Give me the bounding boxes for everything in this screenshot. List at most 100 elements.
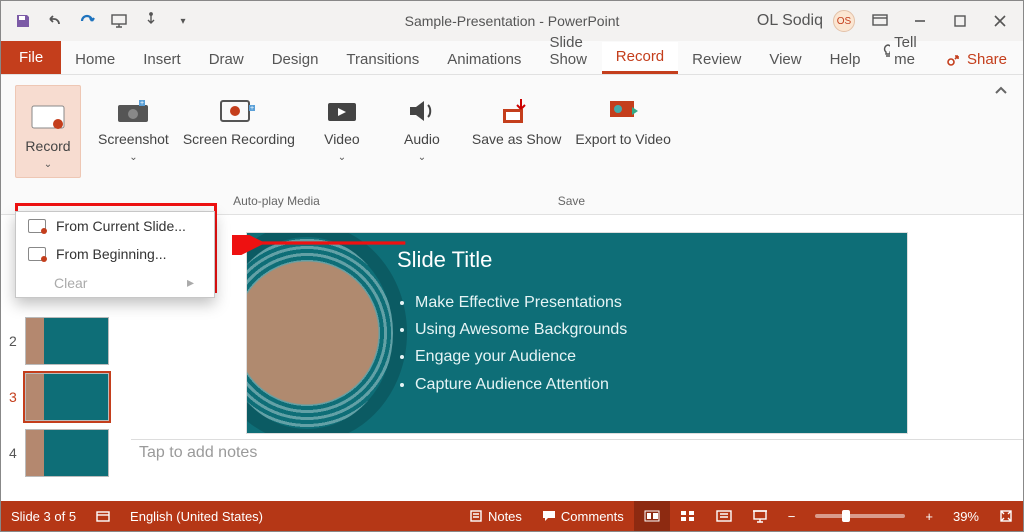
video-button[interactable]: Video ⌄ bbox=[309, 85, 375, 164]
bullet: Make Effective Presentations bbox=[415, 289, 627, 316]
bullet: Engage your Audience bbox=[415, 343, 627, 370]
sorter-view-icon bbox=[680, 509, 696, 523]
save-icon[interactable] bbox=[9, 7, 37, 35]
menu-from-current-label: From Current Slide... bbox=[56, 218, 186, 234]
notes-icon bbox=[469, 509, 483, 523]
record-button[interactable]: Record⌄ bbox=[15, 85, 81, 178]
video-label: Video bbox=[324, 131, 360, 147]
fit-window-icon bbox=[999, 509, 1013, 523]
fit-to-window-button[interactable] bbox=[989, 501, 1023, 531]
bullet: Capture Audience Attention bbox=[415, 371, 627, 398]
share-label: Share bbox=[967, 51, 1007, 68]
export-video-label: Export to Video bbox=[575, 131, 670, 147]
chevron-down-icon: ⌄ bbox=[129, 152, 137, 163]
zoom-in-button[interactable]: + bbox=[915, 501, 943, 531]
save-as-show-button[interactable]: Save as Show bbox=[472, 85, 562, 147]
record-slide-icon bbox=[28, 219, 46, 233]
export-video-icon bbox=[603, 85, 643, 125]
record-label: Record bbox=[25, 138, 70, 154]
tab-slideshow[interactable]: Slide Show bbox=[535, 28, 601, 74]
comments-icon bbox=[542, 509, 556, 523]
tab-review[interactable]: Review bbox=[678, 45, 755, 74]
screenshot-label: Screenshot bbox=[98, 131, 169, 147]
tab-file[interactable]: File bbox=[1, 41, 61, 74]
quick-access-toolbar: ▾ bbox=[9, 7, 197, 35]
user-name[interactable]: OL Sodiq bbox=[757, 12, 823, 30]
present-icon[interactable] bbox=[105, 7, 133, 35]
screen-recording-label: Screen Recording bbox=[183, 131, 295, 147]
chevron-right-icon: ▸ bbox=[187, 274, 194, 291]
thumbnail-slide-4[interactable]: 4 bbox=[9, 429, 123, 477]
thumbnail-slide-3[interactable]: 3 bbox=[9, 373, 123, 421]
menu-from-beginning[interactable]: From Beginning... bbox=[16, 240, 214, 268]
fingerprint-graphic bbox=[247, 233, 407, 433]
svg-text:+: + bbox=[140, 100, 144, 107]
menu-from-beginning-label: From Beginning... bbox=[56, 246, 167, 262]
menu-clear-label: Clear bbox=[54, 275, 87, 291]
slide: Slide Title Make Effective Presentations… bbox=[247, 233, 907, 433]
slide-thumbnail bbox=[25, 429, 109, 477]
record-slide-icon bbox=[28, 247, 46, 261]
slide-title[interactable]: Slide Title bbox=[397, 247, 492, 273]
ribbon: Record⌄ + Screenshot⌄ + Screen Recording… bbox=[1, 75, 1023, 215]
title-bar: ▾ Sample-Presentation - PowerPoint OL So… bbox=[1, 1, 1023, 41]
collapse-ribbon-icon[interactable] bbox=[979, 75, 1023, 214]
tab-transitions[interactable]: Transitions bbox=[332, 45, 433, 74]
zoom-slider[interactable] bbox=[805, 501, 915, 531]
tab-help[interactable]: Help bbox=[816, 45, 875, 74]
tab-insert[interactable]: Insert bbox=[129, 45, 195, 74]
comments-toggle[interactable]: Comments bbox=[532, 501, 634, 531]
maximize-button[interactable] bbox=[945, 6, 975, 36]
export-to-video-button[interactable]: Export to Video bbox=[575, 85, 670, 147]
tab-design[interactable]: Design bbox=[258, 45, 333, 74]
qat-more-icon[interactable]: ▾ bbox=[169, 7, 197, 35]
share-button[interactable]: Share bbox=[929, 45, 1023, 74]
lightbulb-icon bbox=[880, 43, 890, 59]
tab-animations[interactable]: Animations bbox=[433, 45, 535, 74]
reading-view-icon bbox=[716, 509, 732, 523]
chevron-down-icon: ⌄ bbox=[418, 152, 426, 163]
screen-recording-icon: + bbox=[219, 85, 259, 125]
save-as-show-icon bbox=[497, 85, 537, 125]
touch-mode-icon[interactable] bbox=[137, 7, 165, 35]
chevron-down-icon: ⌄ bbox=[338, 152, 346, 163]
notes-toggle[interactable]: Notes bbox=[459, 501, 532, 531]
language-status[interactable]: English (United States) bbox=[120, 501, 273, 531]
undo-icon[interactable] bbox=[41, 7, 69, 35]
tab-view[interactable]: View bbox=[755, 45, 815, 74]
slide-canvas[interactable]: Slide Title Make Effective Presentations… bbox=[131, 217, 1023, 439]
tell-me[interactable]: Tell me bbox=[874, 28, 929, 74]
camera-icon: + bbox=[113, 85, 153, 125]
tell-me-label: Tell me bbox=[894, 34, 923, 68]
zoom-level[interactable]: 39% bbox=[943, 501, 989, 531]
normal-view-button[interactable] bbox=[634, 501, 670, 531]
slide-thumbnail bbox=[25, 317, 109, 365]
sorter-view-button[interactable] bbox=[670, 501, 706, 531]
screenshot-button[interactable]: + Screenshot ⌄ bbox=[98, 85, 169, 164]
share-icon bbox=[945, 52, 963, 68]
normal-view-icon bbox=[644, 509, 660, 523]
video-icon bbox=[322, 85, 362, 125]
accessibility-icon[interactable] bbox=[86, 501, 120, 531]
thumbnail-slide-2[interactable]: 2 bbox=[9, 317, 123, 365]
ribbon-tabs: File Home Insert Draw Design Transitions… bbox=[1, 41, 1023, 75]
reading-view-button[interactable] bbox=[706, 501, 742, 531]
tab-draw[interactable]: Draw bbox=[195, 45, 258, 74]
close-button[interactable] bbox=[985, 6, 1015, 36]
user-avatar[interactable]: OS bbox=[833, 10, 855, 32]
slide-bullets[interactable]: Make Effective Presentations Using Aweso… bbox=[397, 289, 627, 398]
svg-text:+: + bbox=[250, 105, 254, 112]
slide-thumbnail bbox=[25, 373, 109, 421]
audio-button[interactable]: Audio⌄ bbox=[389, 85, 455, 164]
notes-pane[interactable]: Tap to add notes bbox=[131, 439, 1023, 473]
screen-recording-button[interactable]: + Screen Recording bbox=[183, 85, 295, 147]
menu-clear: Clear ▸ bbox=[16, 268, 214, 297]
group-save: Save bbox=[472, 190, 671, 214]
tab-record[interactable]: Record bbox=[602, 42, 678, 74]
tab-home[interactable]: Home bbox=[61, 45, 129, 74]
slide-counter[interactable]: Slide 3 of 5 bbox=[1, 501, 86, 531]
menu-from-current-slide[interactable]: From Current Slide... bbox=[16, 212, 214, 240]
slideshow-view-button[interactable] bbox=[742, 501, 778, 531]
zoom-out-button[interactable]: − bbox=[778, 501, 806, 531]
redo-icon[interactable] bbox=[73, 7, 101, 35]
